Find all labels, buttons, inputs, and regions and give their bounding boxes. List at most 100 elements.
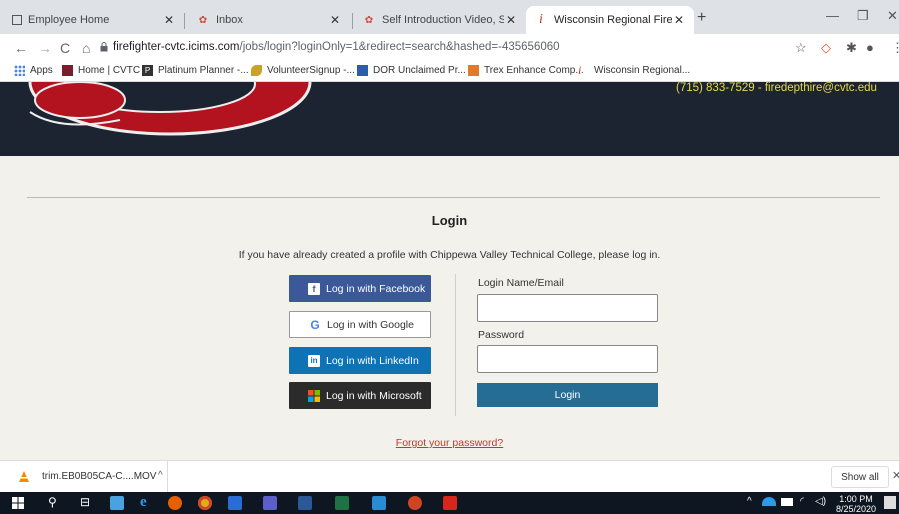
tab-strip: Employee Home ✕ ✿ Inbox ✕ ✿ Self Introdu… bbox=[0, 0, 899, 34]
facebook-icon: f bbox=[308, 282, 320, 295]
close-icon[interactable]: ✕ bbox=[162, 13, 176, 27]
notifications-icon[interactable] bbox=[884, 496, 896, 509]
onedrive-icon[interactable] bbox=[762, 497, 776, 506]
bookmark-label: Apps bbox=[30, 65, 53, 76]
google-login-label: Log in with Google bbox=[327, 318, 414, 331]
tab-divider bbox=[184, 13, 185, 29]
clock[interactable]: 1:00 PM 8/25/2020 bbox=[836, 494, 876, 514]
bookmark-label: Trex Enhance Comp... bbox=[484, 65, 584, 76]
bookmark-label: Platinum Planner -... bbox=[158, 65, 249, 76]
reload-icon[interactable]: C bbox=[60, 40, 70, 56]
bookmark-home-cvtc[interactable]: Home | CVTC bbox=[62, 65, 140, 76]
battery-icon[interactable] bbox=[781, 498, 793, 506]
star-icon[interactable]: ☆ bbox=[795, 40, 807, 56]
bookmark-dor-unclaimed[interactable]: DOR Unclaimed Pr... bbox=[357, 65, 466, 76]
browser-toolbar: ← → C ⌂ firefighter-cvtc.icims.com/jobs/… bbox=[0, 34, 899, 62]
login-name-input[interactable] bbox=[477, 294, 658, 322]
volume-icon[interactable]: ◁) bbox=[815, 496, 826, 507]
chevron-up-icon[interactable]: ^ bbox=[747, 496, 752, 507]
bookmark-label: Home | CVTC bbox=[78, 65, 141, 76]
microsoft-login-label: Log in with Microsoft bbox=[326, 389, 422, 402]
search-icon[interactable]: ⚲ bbox=[48, 495, 57, 509]
linkedin-login-button[interactable]: in Log in with LinkedIn bbox=[289, 347, 431, 374]
windows-start-icon[interactable] bbox=[12, 497, 24, 509]
show-all-button[interactable]: Show all bbox=[831, 466, 889, 488]
leaf-icon bbox=[251, 65, 262, 76]
puzzle-icon[interactable]: ✱ bbox=[846, 40, 857, 56]
bookmark-platinum-planner[interactable]: P Platinum Planner -... bbox=[142, 65, 249, 76]
url-host: firefighter-cvtc.icims.com bbox=[113, 41, 240, 53]
google-login-button[interactable]: G Log in with Google bbox=[289, 311, 431, 338]
outlook-icon[interactable] bbox=[372, 496, 386, 510]
acrobat-icon[interactable] bbox=[443, 496, 457, 510]
tab-wisconsin-fire[interactable]: i Wisconsin Regional Fire Departm ✕ bbox=[526, 6, 694, 34]
bookmark-trex[interactable]: Trex Enhance Comp... bbox=[468, 65, 584, 76]
login-name-label: Login Name/Email bbox=[478, 277, 564, 289]
window-close-icon[interactable]: ✕ bbox=[887, 8, 898, 24]
clock-date: 8/25/2020 bbox=[836, 504, 877, 514]
home-icon[interactable]: ⌂ bbox=[82, 40, 90, 56]
bookmark-label: Wisconsin Regional... bbox=[594, 65, 691, 76]
url-path: /jobs/login?loginOnly=1&redirect=search&… bbox=[239, 41, 560, 53]
tab-title: Self Introduction Video, SpeedGr bbox=[382, 14, 504, 26]
tab-employee-home[interactable]: Employee Home ✕ bbox=[4, 6, 184, 34]
edge-icon[interactable]: e bbox=[140, 494, 147, 511]
new-tab-plus-icon[interactable]: + bbox=[697, 9, 706, 27]
info-icon: i bbox=[578, 63, 582, 77]
cvtc-icon bbox=[62, 65, 73, 76]
apps-grid-icon bbox=[14, 65, 25, 76]
minimize-icon[interactable]: — bbox=[826, 8, 839, 23]
microsoft-icon bbox=[308, 389, 320, 402]
login-button[interactable]: Login bbox=[477, 383, 658, 407]
close-icon[interactable]: ✕ bbox=[892, 469, 899, 482]
forward-arrow-icon[interactable]: → bbox=[38, 40, 52, 56]
tab-divider bbox=[352, 13, 353, 29]
password-input[interactable] bbox=[477, 345, 658, 373]
network-icon[interactable]: ◜ bbox=[800, 496, 804, 507]
tab-inbox[interactable]: ✿ Inbox ✕ bbox=[188, 6, 350, 34]
extension-icon[interactable]: ◇ bbox=[821, 40, 831, 56]
bookmark-wisconsin-regional[interactable]: i Wisconsin Regional... bbox=[578, 63, 691, 77]
page-content: (715) 833-7529 - firedepthire@cvtc.edu L… bbox=[0, 82, 899, 460]
profile-icon[interactable]: ● bbox=[866, 40, 874, 55]
download-shelf: trim.EB0B05CA-C....MOV ^ Show all ✕ bbox=[0, 460, 899, 493]
back-arrow-icon[interactable]: ← bbox=[14, 40, 28, 56]
excel-icon[interactable] bbox=[335, 496, 349, 510]
facebook-login-label: Log in with Facebook bbox=[326, 282, 426, 295]
close-icon[interactable]: ✕ bbox=[328, 13, 342, 27]
app-icon[interactable] bbox=[228, 496, 242, 510]
file-explorer-icon[interactable] bbox=[110, 496, 124, 510]
google-icon: G bbox=[310, 317, 320, 332]
facebook-login-button[interactable]: f Log in with Facebook bbox=[289, 275, 431, 302]
tab-speedgrader[interactable]: ✿ Self Introduction Video, SpeedGr ✕ bbox=[354, 6, 526, 34]
address-bar[interactable]: firefighter-cvtc.icims.com/jobs/login?lo… bbox=[113, 41, 560, 53]
lock-icon[interactable] bbox=[100, 42, 108, 52]
download-item[interactable]: trim.EB0B05CA-C....MOV ^ bbox=[6, 461, 168, 493]
password-label: Password bbox=[478, 329, 525, 341]
info-icon: i bbox=[539, 12, 543, 27]
powerpoint-icon[interactable] bbox=[408, 496, 422, 510]
menu-icon[interactable]: ⋮ bbox=[891, 40, 899, 56]
close-icon[interactable]: ✕ bbox=[672, 13, 686, 27]
word-icon[interactable] bbox=[298, 496, 312, 510]
contact-info: (715) 833-7529 - firedepthire@cvtc.edu bbox=[676, 82, 877, 94]
vertical-divider bbox=[455, 274, 456, 416]
bookmarks-bar: Apps Home | CVTC P Platinum Planner -...… bbox=[0, 62, 899, 82]
bookmark-apps[interactable]: Apps bbox=[14, 65, 53, 76]
restore-icon[interactable]: ❐ bbox=[857, 8, 869, 24]
intro-text: If you have already created a profile wi… bbox=[238, 249, 661, 261]
bookmark-label: VolunteerSignup -... bbox=[267, 65, 355, 76]
taskbar: ⚲ ⊟ e ^ ◜ ◁) 1:00 PM 8/25/2020 bbox=[0, 492, 899, 514]
forgot-password-link[interactable]: Forgot your password? bbox=[0, 437, 899, 449]
bookmark-volunteer-signup[interactable]: VolunteerSignup -... bbox=[251, 65, 355, 76]
close-icon[interactable]: ✕ bbox=[504, 13, 518, 27]
microsoft-login-button[interactable]: Log in with Microsoft bbox=[289, 382, 431, 409]
chrome-icon[interactable] bbox=[198, 496, 212, 510]
p-icon: P bbox=[142, 65, 153, 76]
chevron-up-icon[interactable]: ^ bbox=[158, 470, 163, 481]
task-view-icon[interactable]: ⊟ bbox=[80, 495, 90, 509]
firefox-icon[interactable] bbox=[168, 496, 182, 510]
linkedin-login-label: Log in with LinkedIn bbox=[326, 354, 419, 367]
download-file-name: trim.EB0B05CA-C....MOV bbox=[42, 471, 157, 482]
teams-icon[interactable] bbox=[263, 496, 277, 510]
